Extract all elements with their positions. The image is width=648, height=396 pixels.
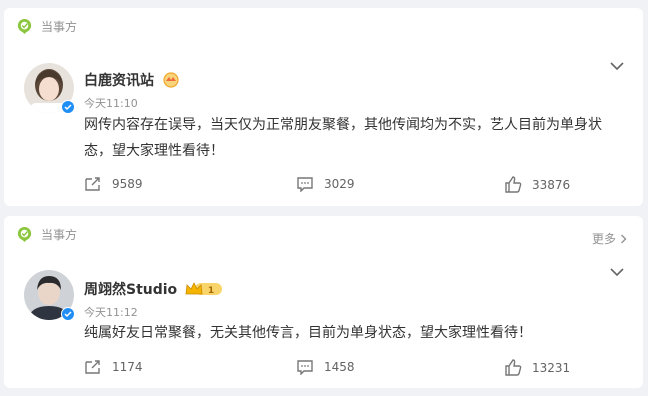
chevron-down-icon[interactable]	[609, 266, 625, 278]
location-pin-icon	[17, 18, 32, 34]
content-line: 纯属好友日常聚餐，无关其他传言，目前为单身状态，望大家理性看待！	[84, 325, 532, 341]
verified-icon	[61, 100, 75, 114]
like-count: 13231	[532, 360, 571, 375]
avatar[interactable]	[24, 63, 75, 114]
repost-icon	[85, 177, 100, 191]
author-row: 白鹿资讯站	[84, 70, 180, 90]
comment-icon	[297, 360, 313, 375]
post-card: 当事方 更多 周翊然Studio 1 今天11:12 纯属好友日常聚餐，无关其他…	[4, 216, 643, 388]
tag-label: 当事方	[41, 227, 78, 242]
action-bar: 9589 3029 33876	[4, 176, 643, 196]
comment-button[interactable]: 1458	[296, 359, 355, 375]
verified-icon	[61, 307, 75, 321]
author-name[interactable]: 白鹿资讯站	[84, 70, 154, 90]
comment-count: 3029	[324, 177, 355, 191]
author-row: 周翊然Studio 1	[84, 279, 223, 299]
comment-icon	[297, 177, 313, 192]
party-tag: 当事方	[16, 224, 77, 244]
crown-badge-icon[interactable]: 1	[185, 281, 223, 297]
fan-badge-icon[interactable]	[162, 72, 180, 88]
comment-count: 1458	[324, 360, 355, 374]
comment-button[interactable]: 3029	[296, 176, 355, 192]
chevron-down-icon[interactable]	[609, 60, 625, 72]
repost-icon	[85, 360, 100, 374]
repost-count: 9589	[112, 177, 143, 191]
content-line: 态，望大家理性看待！	[84, 143, 224, 159]
content-line: 网传内容存在误导，当天仅为正常朋友聚餐，其他传闻均为不实，艺人目前为单身状	[84, 117, 602, 133]
like-icon	[505, 176, 522, 193]
more-link[interactable]: 更多	[592, 230, 627, 247]
post-time: 今天11:12	[84, 306, 138, 319]
tag-label: 当事方	[41, 19, 78, 34]
repost-button[interactable]: 9589	[84, 176, 143, 192]
author-name[interactable]: 周翊然Studio	[84, 279, 177, 299]
party-tag: 当事方	[16, 16, 77, 36]
like-icon	[505, 359, 522, 376]
chevron-right-icon	[621, 234, 627, 243]
avatar[interactable]	[24, 270, 75, 321]
post-card: 当事方 白鹿资讯站 今天11:10 网传内容存在误导，当天仅为正常朋友聚餐，其他…	[4, 8, 643, 206]
like-count: 33876	[532, 177, 571, 192]
post-content: 纯属好友日常聚餐，无关其他传言，目前为单身状态，望大家理性看待！	[84, 320, 624, 346]
like-button[interactable]: 13231	[504, 359, 570, 376]
action-bar: 1174 1458 13231	[4, 359, 643, 379]
more-label: 更多	[591, 232, 616, 246]
post-time: 今天11:10	[84, 97, 138, 110]
level-number: 1	[208, 286, 214, 296]
like-button[interactable]: 33876	[504, 176, 570, 193]
repost-button[interactable]: 1174	[84, 359, 143, 375]
location-pin-icon	[17, 226, 32, 242]
repost-count: 1174	[112, 360, 143, 374]
post-content: 网传内容存在误导，当天仅为正常朋友聚餐，其他传闻均为不实，艺人目前为单身状 态，…	[84, 112, 624, 164]
